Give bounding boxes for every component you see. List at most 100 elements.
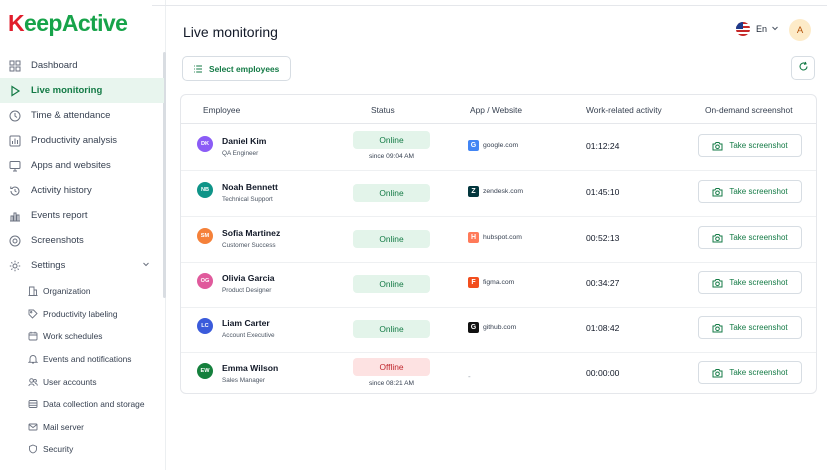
take-screenshot-label: Take screenshot: [729, 368, 788, 377]
employee-name[interactable]: Noah Bennett: [222, 182, 278, 192]
employee-avatar: SM: [197, 228, 213, 244]
sidebar-item-label: Events and notifications: [43, 354, 132, 365]
bell-icon: [27, 354, 38, 365]
sidebar-item-work-schedules[interactable]: Work schedules: [0, 325, 164, 348]
us-flag-icon: [736, 22, 750, 36]
status-badge: Online: [353, 230, 430, 248]
status-badge: Online: [353, 275, 430, 293]
take-screenshot-label: Take screenshot: [729, 278, 788, 287]
app-favicon-icon: H: [468, 232, 479, 243]
page-title: Live monitoring: [183, 24, 278, 40]
camera-icon: [712, 368, 723, 378]
mail-icon: [27, 421, 38, 432]
sidebar-item-label: Dashboard: [31, 60, 78, 71]
sidebar-item-productivity-labeling[interactable]: Productivity labeling: [0, 303, 164, 326]
take-screenshot-button[interactable]: Take screenshot: [698, 361, 802, 384]
camera-icon: [712, 233, 723, 243]
employee-role: Account Executive: [222, 332, 275, 339]
sidebar-item-label: Time & attendance: [31, 110, 111, 121]
chevron-down-icon[interactable]: [142, 260, 150, 271]
database-icon: [27, 399, 38, 410]
app-website-name: github.com: [483, 324, 517, 331]
grid-icon: [8, 59, 22, 73]
take-screenshot-button[interactable]: Take screenshot: [698, 134, 802, 157]
app-website-name: figma.com: [483, 279, 515, 286]
employee-name[interactable]: Daniel Kim: [222, 136, 266, 146]
work-activity-time: 01:12:24: [586, 141, 620, 151]
chevron-down-icon: [771, 24, 779, 34]
status-since: since 09:04 AM: [368, 153, 415, 160]
sidebar-item-label: Activity history: [31, 185, 92, 196]
sidebar-item-organization[interactable]: Organization: [0, 280, 164, 303]
sidebar-item-security[interactable]: Security: [0, 438, 164, 461]
sidebar-item-activity-history[interactable]: Activity history: [0, 178, 164, 203]
take-screenshot-button[interactable]: Take screenshot: [698, 271, 802, 294]
column-header-status: Status: [371, 105, 395, 115]
sidebar-item-dashboard[interactable]: Dashboard: [0, 53, 164, 78]
history-icon: [8, 184, 22, 198]
employee-role: Sales Manager: [222, 377, 265, 384]
top-divider: [152, 5, 827, 6]
employee-role: QA Engineer: [222, 150, 259, 157]
sidebar-item-apps-websites[interactable]: Apps and websites: [0, 153, 164, 178]
take-screenshot-button[interactable]: Take screenshot: [698, 180, 802, 203]
work-activity-time: 00:52:13: [586, 233, 620, 243]
tag-icon: [27, 308, 38, 319]
sidebar-item-user-accounts[interactable]: User accounts: [0, 370, 164, 393]
sidebar-item-label: Live monitoring: [31, 85, 103, 96]
sidebar-item-data-collection[interactable]: Data collection and storage: [0, 393, 164, 416]
sidebar-item-label: Productivity analysis: [31, 135, 118, 146]
refresh-button[interactable]: [791, 56, 815, 80]
camera-icon: [712, 323, 723, 333]
camera-icon: [8, 234, 22, 248]
sidebar-item-label: Settings: [31, 260, 66, 271]
employee-avatar: OG: [197, 273, 213, 289]
sidebar-item-events-report[interactable]: Events report: [0, 203, 164, 228]
select-employees-label: Select employees: [209, 63, 280, 74]
select-employees-button[interactable]: Select employees: [182, 56, 291, 81]
take-screenshot-button[interactable]: Take screenshot: [698, 316, 802, 339]
language-selector[interactable]: En: [736, 22, 779, 36]
app-favicon-icon: Z: [468, 186, 479, 197]
table-row: EW Emma Wilson Sales Manager Offline since 0…: [181, 352, 816, 398]
employee-avatar: DK: [197, 136, 213, 152]
work-activity-time: 00:34:27: [586, 278, 620, 288]
shield-icon: [27, 444, 38, 455]
sidebar-item-label: Data collection and storage: [43, 399, 145, 410]
sidebar-item-label: Productivity labeling: [43, 308, 118, 319]
employee-avatar: EW: [197, 363, 213, 379]
work-activity-time: 01:45:10: [586, 187, 620, 197]
monitor-icon: [8, 159, 22, 173]
app-favicon-icon: G: [468, 140, 479, 151]
calendar-icon: [27, 331, 38, 342]
employee-avatar: NB: [197, 182, 213, 198]
employee-name[interactable]: Emma Wilson: [222, 363, 278, 373]
take-screenshot-label: Take screenshot: [729, 323, 788, 332]
sidebar-item-time-attendance[interactable]: Time & attendance: [0, 103, 164, 128]
status-badge: Offline: [353, 358, 430, 376]
sidebar-item-productivity-analysis[interactable]: Productivity analysis: [0, 128, 164, 153]
sidebar-item-live-monitoring[interactable]: Live monitoring: [0, 78, 164, 103]
sidebar-item-settings[interactable]: Settings: [0, 253, 164, 278]
take-screenshot-button[interactable]: Take screenshot: [698, 226, 802, 249]
employee-name[interactable]: Olivia Garcia: [222, 273, 275, 283]
sidebar-item-events-notifications[interactable]: Events and notifications: [0, 348, 164, 371]
refresh-icon: [798, 59, 809, 77]
employee-avatar: LC: [197, 318, 213, 334]
table-row: LC Liam Carter Account Executive Online Ggit…: [181, 307, 816, 353]
clock-icon: [8, 109, 22, 123]
sidebar-item-screenshots[interactable]: Screenshots: [0, 228, 164, 253]
list-icon: [193, 64, 203, 74]
work-activity-time: 01:08:42: [586, 323, 620, 333]
table-header: Employee Status App / Website Work-relat…: [181, 95, 816, 124]
sidebar-item-label: Screenshots: [31, 235, 84, 246]
user-avatar[interactable]: A: [789, 19, 811, 41]
table-row: NB Noah Bennett Technical Support Online Zze…: [181, 171, 816, 217]
take-screenshot-label: Take screenshot: [729, 141, 788, 150]
users-icon: [27, 376, 38, 387]
sidebar-item-mail-server[interactable]: Mail server: [0, 416, 164, 439]
employee-name[interactable]: Liam Carter: [222, 318, 270, 328]
keepactive-logo[interactable]: KeepActive: [8, 10, 128, 37]
sidebar-item-label: Apps and websites: [31, 160, 111, 171]
employee-name[interactable]: Sofia Martinez: [222, 228, 280, 238]
